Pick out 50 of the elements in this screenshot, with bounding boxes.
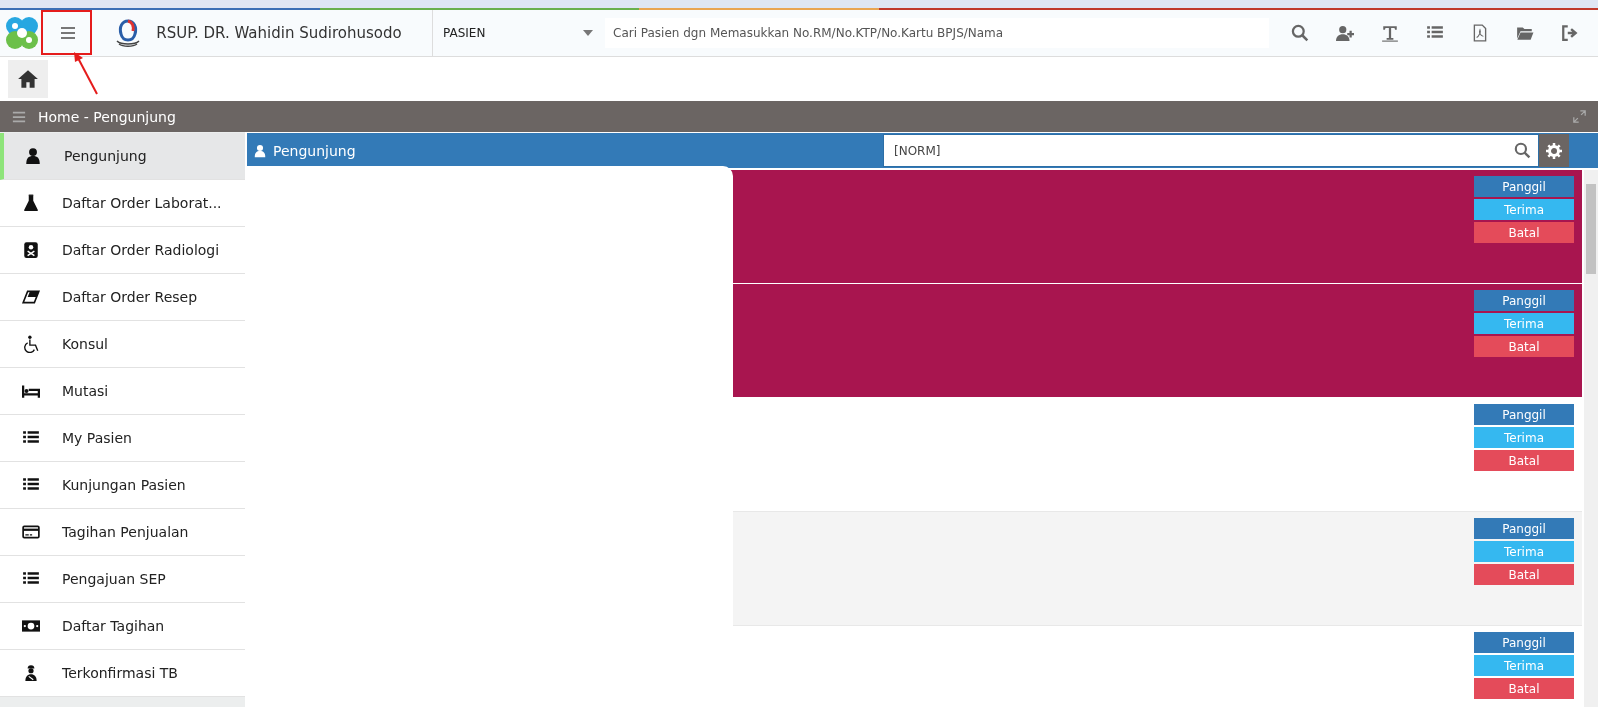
cancel-button[interactable]: Batal <box>1474 336 1574 357</box>
sidebar-item[interactable]: Daftar Order Radiologi <box>0 227 245 274</box>
credit-card-icon <box>20 523 42 541</box>
sidebar-item[interactable]: Pengunjung <box>0 133 245 180</box>
app-logo <box>4 15 40 51</box>
panel-title: Pengunjung <box>273 142 357 159</box>
menu-icon <box>60 25 76 41</box>
sign-out-icon <box>1560 24 1579 42</box>
home-button[interactable] <box>8 60 48 98</box>
sidebar-item[interactable]: Konsul <box>0 321 245 368</box>
annotation-arrow <box>74 52 98 95</box>
sidebar-item[interactable]: Daftar Order Laborat... <box>0 180 245 227</box>
cancel-button[interactable]: Batal <box>1474 222 1574 243</box>
call-button[interactable]: Panggil <box>1474 290 1574 311</box>
bed-icon <box>20 382 42 400</box>
patient-search-field[interactable]: Cari Pasien dgn Memasukkan No.RM/No.KTP/No.Kartu BPJS/Nama <box>605 18 1269 48</box>
cancel-button[interactable]: Batal <box>1474 450 1574 471</box>
cancel-button[interactable]: Batal <box>1474 678 1574 699</box>
cancel-button[interactable]: Batal <box>1474 564 1574 585</box>
call-button[interactable]: Panggil <box>1474 176 1574 197</box>
call-button[interactable]: Panggil <box>1474 404 1574 425</box>
add-user-icon <box>1335 24 1354 42</box>
menu-icon <box>12 109 26 124</box>
settings-icon <box>1546 142 1562 159</box>
search-icon <box>1514 142 1531 159</box>
sidebar-item[interactable]: Pengajuan SEP <box>0 556 245 603</box>
text-icon <box>1380 24 1399 42</box>
highlight-box <box>41 10 92 55</box>
sidebar-item[interactable]: Mutasi <box>0 368 245 415</box>
search-icon <box>1290 24 1309 42</box>
scrollbar[interactable] <box>1584 170 1598 707</box>
sidebar-item[interactable]: Daftar Order Resep <box>0 274 245 321</box>
search-field[interactable]: [NORM] <box>883 134 1539 167</box>
hospital-name: RSUP. DR. Wahidin Sudirohusodo <box>156 24 402 42</box>
sidebar-item[interactable]: Daftar Tagihan <box>0 603 245 650</box>
eraser-icon <box>20 288 42 306</box>
sidebar-item[interactable]: Terkonfirmasi TB <box>0 650 245 697</box>
settings-button[interactable] <box>1539 134 1569 167</box>
money-icon <box>20 617 42 635</box>
user-icon <box>253 143 267 158</box>
sidebar-item[interactable]: My Pasien <box>0 415 245 462</box>
call-button[interactable]: Panggil <box>1474 518 1574 539</box>
folder-icon <box>1515 24 1534 42</box>
expand-icon <box>1573 110 1586 123</box>
sidebar-item[interactable]: Tagihan Penjualan <box>0 509 245 556</box>
breadcrumb-title: Home - Pengunjung <box>38 108 177 125</box>
home-icon <box>17 68 39 90</box>
caret-icon <box>583 30 593 36</box>
call-button[interactable]: Panggil <box>1474 632 1574 653</box>
sidebar-item[interactable]: Kunjungan Pasien <box>0 462 245 509</box>
